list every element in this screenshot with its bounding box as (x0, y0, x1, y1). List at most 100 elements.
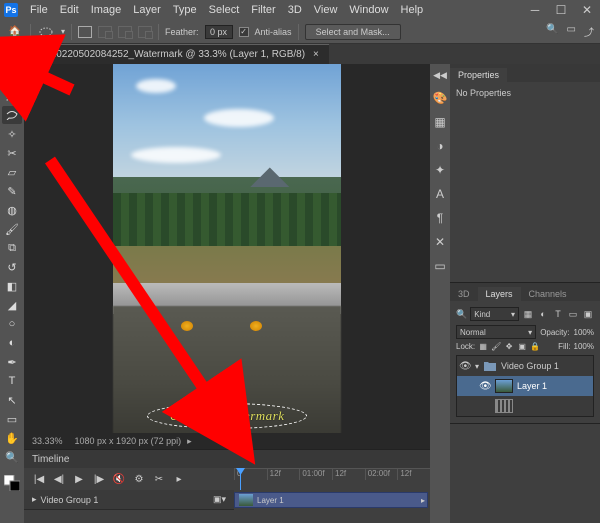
magic-wand-tool[interactable]: ✧ (2, 125, 22, 143)
3d-tab[interactable]: 3D (450, 287, 478, 301)
type-tool[interactable]: T (2, 372, 22, 390)
brushes-panel-icon[interactable]: ✕ (435, 235, 445, 249)
menu-layer[interactable]: Layer (127, 2, 167, 18)
eyedropper-tool[interactable]: ✎ (2, 182, 22, 200)
expand-panels-icon[interactable]: ◀◀ (433, 70, 447, 81)
filter-type-icon[interactable]: T (552, 308, 564, 320)
marquee-tool[interactable] (2, 87, 22, 105)
menu-3d[interactable]: 3D (282, 2, 308, 18)
menu-help[interactable]: Help (395, 2, 430, 18)
document-viewport[interactable]: Ultimate Watermark (24, 64, 430, 433)
video-clip[interactable]: Layer 1 ▸ (234, 492, 428, 508)
video-track-label[interactable]: ▸ Video Group 1 ▣▾ (24, 490, 234, 510)
selection-intersect-icon[interactable] (138, 26, 152, 38)
feather-input[interactable] (205, 25, 233, 39)
window-close[interactable]: ✕ (574, 3, 600, 17)
document-tab[interactable]: VID20220502084252_Watermark @ 33.3% (Lay… (24, 44, 329, 64)
dodge-tool[interactable]: ◐ (2, 334, 22, 352)
clip-menu-icon[interactable]: ▸ (421, 496, 425, 505)
blend-mode-select[interactable]: Normal▾ (456, 325, 536, 339)
pen-tool[interactable]: ✒ (2, 353, 22, 371)
elliptical-selection[interactable]: Ultimate Watermark (147, 403, 307, 429)
expand-icon[interactable]: ▸ (32, 494, 37, 505)
layer-row[interactable]: 👁 Layer 1 (457, 376, 593, 396)
search-icon[interactable]: 🔍 (456, 309, 467, 320)
lock-all-icon[interactable]: 🔒 (530, 342, 540, 351)
menu-edit[interactable]: Edit (54, 2, 85, 18)
healing-tool[interactable]: ◍ (2, 201, 22, 219)
foreground-background-colors[interactable] (2, 474, 22, 492)
rectangle-tool[interactable]: ▭ (2, 410, 22, 428)
filter-pixel-icon[interactable]: ▦ (522, 308, 534, 320)
filter-shape-icon[interactable]: ▭ (567, 308, 579, 320)
visibility-icon[interactable]: 👁 (479, 381, 491, 392)
layer-frame-row[interactable] (457, 396, 593, 416)
window-maximize[interactable]: ☐ (548, 3, 574, 17)
history-brush-tool[interactable]: ↺ (2, 258, 22, 276)
home-icon[interactable]: 🏠 (6, 23, 24, 41)
playhead[interactable] (240, 468, 241, 490)
menu-type[interactable]: Type (167, 2, 203, 18)
zoom-level[interactable]: 33.33% (32, 436, 63, 446)
play-button[interactable]: ▶ (72, 474, 86, 485)
swatches-panel-icon[interactable]: ▦ (434, 115, 445, 129)
workspace-icon[interactable]: ▭ (567, 24, 576, 39)
fill-value[interactable]: 100% (574, 342, 594, 351)
properties-tab[interactable]: Properties (450, 68, 507, 82)
opacity-value[interactable]: 100% (574, 328, 594, 337)
search-icon[interactable]: 🔍 (546, 24, 558, 39)
path-tool[interactable]: ↖ (2, 391, 22, 409)
go-first-frame[interactable]: |◀ (32, 474, 46, 485)
hand-tool[interactable]: ✋ (2, 429, 22, 447)
lock-transparency-icon[interactable]: ▦ (478, 342, 488, 351)
frame-tool[interactable]: ▱ (2, 163, 22, 181)
styles-panel-icon[interactable]: ✦ (435, 163, 445, 177)
clone-tool[interactable]: ⧉ (2, 239, 22, 257)
brush-tool[interactable]: 🖌 (2, 220, 22, 238)
menu-image[interactable]: Image (85, 2, 128, 18)
mute-icon[interactable]: 🔇 (112, 474, 126, 485)
menu-view[interactable]: View (308, 2, 344, 18)
selection-new-icon[interactable] (78, 26, 92, 38)
move-tool[interactable]: ✥ (2, 68, 22, 86)
selection-add-icon[interactable] (98, 26, 112, 38)
tools-preset-icon[interactable]: ▭ (434, 259, 445, 273)
lock-paint-icon[interactable]: 🖌 (491, 342, 501, 351)
tab-close-icon[interactable]: × (313, 49, 319, 60)
blur-tool[interactable]: ○ (2, 315, 22, 333)
current-tool-icon[interactable] (37, 23, 55, 41)
visibility-icon[interactable]: 👁 (459, 361, 471, 372)
menu-file[interactable]: File (24, 2, 54, 18)
layers-tab[interactable]: Layers (478, 287, 521, 301)
prev-frame[interactable]: ◀| (52, 474, 66, 485)
layer-group-row[interactable]: 👁 ▾ Video Group 1 (457, 356, 593, 376)
menu-select[interactable]: Select (203, 2, 246, 18)
chevron-down-icon[interactable]: ▾ (61, 27, 65, 36)
chevron-down-icon[interactable]: ▾ (475, 362, 479, 371)
menu-filter[interactable]: Filter (245, 2, 281, 18)
settings-icon[interactable]: ⚙ (132, 474, 146, 485)
selection-subtract-icon[interactable] (118, 26, 132, 38)
crop-tool[interactable]: ✂ (2, 144, 22, 162)
filter-adjust-icon[interactable]: ◐ (537, 308, 549, 320)
gradient-tool[interactable]: ◢ (2, 296, 22, 314)
filter-smart-icon[interactable]: ▣ (582, 308, 594, 320)
lock-position-icon[interactable]: ✥ (504, 342, 514, 351)
filter-kind-select[interactable]: Kind▾ (470, 307, 519, 321)
chevron-right-icon[interactable]: ▸ (187, 436, 192, 447)
menu-window[interactable]: Window (343, 2, 394, 18)
adjustments-panel-icon[interactable]: ◑ (436, 139, 443, 153)
color-panel-icon[interactable]: 🎨 (433, 91, 448, 105)
window-minimize[interactable]: ─ (522, 3, 548, 17)
lasso-tool[interactable] (2, 106, 22, 124)
track-add-icon[interactable]: ▣▾ (213, 494, 226, 505)
zoom-tool[interactable]: 🔍 (2, 448, 22, 466)
timeline-tab[interactable]: Timeline (32, 454, 69, 465)
paragraph-panel-icon[interactable]: ¶ (437, 211, 443, 225)
transition-icon[interactable]: ▸ (172, 474, 186, 485)
anti-alias-checkbox[interactable]: ✓ (239, 27, 249, 37)
channels-tab[interactable]: Channels (521, 287, 575, 301)
character-panel-icon[interactable]: A (436, 187, 444, 201)
lock-artboard-icon[interactable]: ▣ (517, 342, 527, 351)
select-and-mask-button[interactable]: Select and Mask... (305, 24, 401, 40)
